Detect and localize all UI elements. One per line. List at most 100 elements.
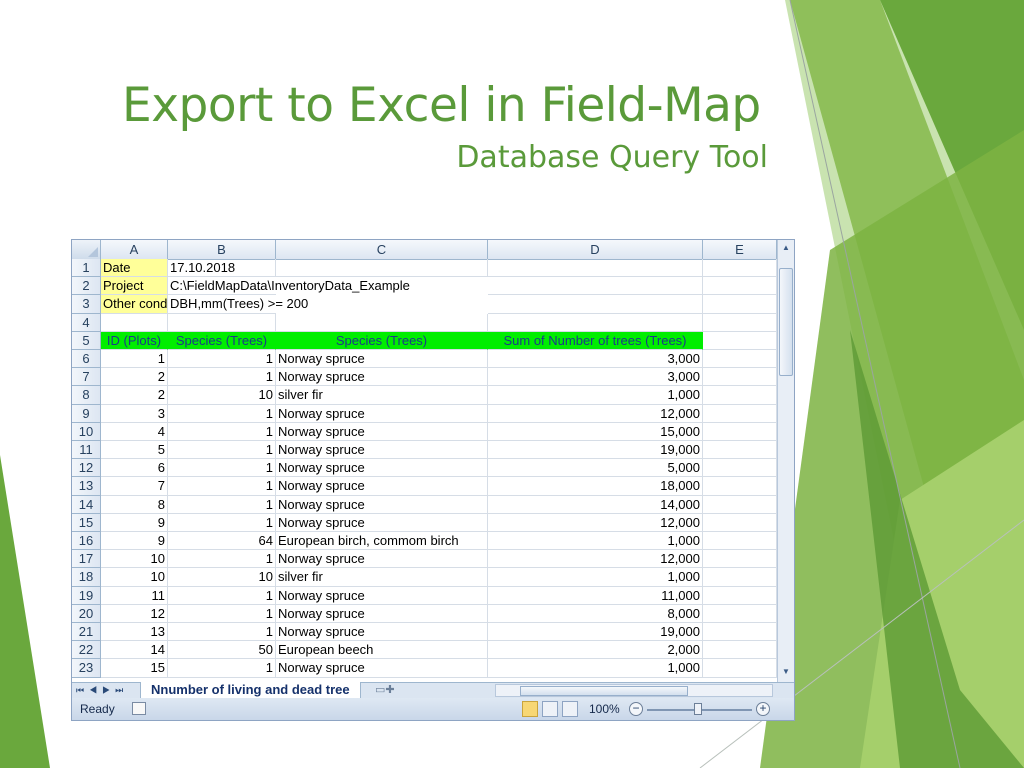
cell-species-name[interactable]: Norway spruce	[276, 441, 488, 460]
cell-project-value[interactable]: C:\FieldMapData\InventoryData_Example	[168, 277, 410, 296]
row-header[interactable]: 22	[72, 641, 101, 660]
row-header[interactable]: 18	[72, 568, 101, 587]
sheet-tab-active[interactable]: Nnumber of living and dead tree	[140, 682, 361, 699]
cell-species-code[interactable]: 1	[168, 495, 276, 514]
cell[interactable]	[703, 477, 777, 496]
cell-species-code[interactable]: 1	[168, 368, 276, 387]
cell-species-code[interactable]: 10	[168, 386, 276, 405]
row-header[interactable]: 19	[72, 586, 101, 605]
cell-id-plots[interactable]: 9	[101, 513, 168, 532]
cell-sum-trees[interactable]: 12,000	[488, 404, 703, 423]
cell-species-name[interactable]: Norway spruce	[276, 368, 488, 387]
cell-species-name[interactable]: Norway spruce	[276, 659, 488, 678]
cell-sum-trees[interactable]: 12,000	[488, 550, 703, 569]
cell-species-code[interactable]: 1	[168, 459, 276, 478]
horizontal-scrollbar[interactable]	[495, 684, 773, 697]
cell-species-name[interactable]: European birch, commom birch	[276, 532, 488, 551]
cell-id-plots[interactable]: 8	[101, 495, 168, 514]
cell[interactable]	[703, 277, 777, 296]
cell-sum-trees[interactable]: 1,000	[488, 386, 703, 405]
column-header-e[interactable]: E	[703, 240, 777, 259]
header-sum-trees[interactable]: Sum of Number of trees (Trees)	[488, 331, 703, 350]
cell-species-name[interactable]: silver fir	[276, 568, 488, 587]
row-header[interactable]: 14	[72, 495, 101, 514]
page-layout-view-icon[interactable]	[542, 701, 558, 717]
insert-sheet-icon[interactable]: ▭✚	[375, 683, 395, 698]
cell-id-plots[interactable]: 14	[101, 641, 168, 660]
header-species-code[interactable]: Species (Trees)	[168, 331, 276, 350]
row-header[interactable]: 12	[72, 459, 101, 478]
header-species-name[interactable]: Species (Trees)	[276, 331, 488, 350]
cell-sum-trees[interactable]: 19,000	[488, 623, 703, 642]
cell-species-name[interactable]: Norway spruce	[276, 495, 488, 514]
cell-sum-trees[interactable]: 1,000	[488, 532, 703, 551]
cell[interactable]	[703, 550, 777, 569]
cell-id-plots[interactable]: 10	[101, 550, 168, 569]
cell-species-name[interactable]: Norway spruce	[276, 350, 488, 369]
horizontal-scroll-thumb[interactable]	[520, 686, 688, 696]
column-header-a[interactable]: A	[101, 240, 168, 259]
row-header[interactable]: 10	[72, 422, 101, 441]
cell-id-plots[interactable]: 5	[101, 441, 168, 460]
cell-sum-trees[interactable]: 1,000	[488, 568, 703, 587]
cell[interactable]	[703, 441, 777, 460]
cell[interactable]	[703, 313, 777, 332]
cell[interactable]	[703, 532, 777, 551]
cell-species-name[interactable]: Norway spruce	[276, 623, 488, 642]
cell[interactable]	[488, 295, 703, 314]
cell-species-code[interactable]: 50	[168, 641, 276, 660]
header-id-plots[interactable]: ID (Plots)	[101, 331, 168, 350]
cell[interactable]	[703, 368, 777, 387]
cell-id-plots[interactable]: 7	[101, 477, 168, 496]
row-header[interactable]: 8	[72, 386, 101, 405]
cell-sum-trees[interactable]: 18,000	[488, 477, 703, 496]
cell-species-code[interactable]: 1	[168, 441, 276, 460]
cell-species-name[interactable]: Norway spruce	[276, 586, 488, 605]
row-header[interactable]: 15	[72, 513, 101, 532]
cell-species-name[interactable]: Norway spruce	[276, 459, 488, 478]
cell-species-code[interactable]: 1	[168, 586, 276, 605]
row-header[interactable]: 17	[72, 550, 101, 569]
row-header[interactable]: 1	[72, 259, 101, 278]
cell-sum-trees[interactable]: 2,000	[488, 641, 703, 660]
column-header-c[interactable]: C	[276, 240, 488, 259]
select-all-corner[interactable]	[72, 240, 101, 259]
page-break-view-icon[interactable]	[562, 701, 578, 717]
cell-species-name[interactable]: Norway spruce	[276, 422, 488, 441]
cell-species-code[interactable]: 1	[168, 350, 276, 369]
zoom-slider-knob[interactable]	[694, 703, 702, 715]
cell[interactable]	[101, 313, 168, 332]
row-header[interactable]: 4	[72, 313, 101, 332]
cell-species-name[interactable]: Norway spruce	[276, 513, 488, 532]
cell-cond-value[interactable]: DBH,mm(Trees) >= 200	[168, 295, 308, 314]
cell[interactable]	[703, 623, 777, 642]
cell[interactable]	[703, 604, 777, 623]
scroll-up-icon[interactable]: ▲	[779, 241, 793, 255]
normal-view-icon[interactable]	[522, 701, 538, 717]
row-header[interactable]: 20	[72, 604, 101, 623]
cell-id-plots[interactable]: 12	[101, 604, 168, 623]
cell-sum-trees[interactable]: 19,000	[488, 441, 703, 460]
cell-date-label[interactable]: Date	[101, 259, 168, 278]
cell[interactable]	[703, 641, 777, 660]
cell-sum-trees[interactable]: 12,000	[488, 513, 703, 532]
cell-species-code[interactable]: 64	[168, 532, 276, 551]
cell[interactable]	[703, 422, 777, 441]
row-header[interactable]: 23	[72, 659, 101, 678]
macro-record-icon[interactable]	[132, 702, 146, 715]
cell[interactable]	[703, 659, 777, 678]
row-header[interactable]: 5	[72, 331, 101, 350]
cell[interactable]	[168, 313, 276, 332]
row-header[interactable]: 11	[72, 441, 101, 460]
cell-date-value[interactable]: 17.10.2018	[168, 259, 276, 278]
cell-species-name[interactable]: silver fir	[276, 386, 488, 405]
zoom-out-icon[interactable]: −	[629, 702, 643, 716]
cell-sum-trees[interactable]: 8,000	[488, 604, 703, 623]
zoom-level[interactable]: 100%	[589, 698, 620, 720]
cell[interactable]	[703, 568, 777, 587]
cell-species-code[interactable]: 1	[168, 604, 276, 623]
cell-id-plots[interactable]: 11	[101, 586, 168, 605]
row-header[interactable]: 13	[72, 477, 101, 496]
cell-species-code[interactable]: 1	[168, 550, 276, 569]
cell-species-code[interactable]: 1	[168, 404, 276, 423]
